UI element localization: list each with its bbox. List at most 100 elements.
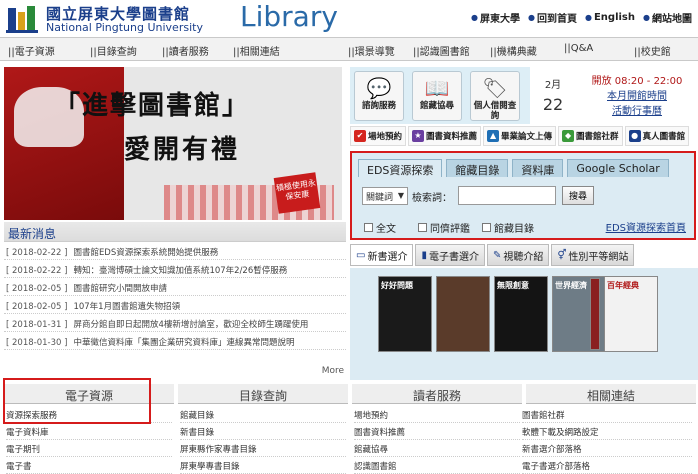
tab-catalog[interactable]: 館藏目錄 [446, 159, 509, 177]
consult-service-button[interactable]: 💬 諮詢服務 [354, 71, 404, 121]
book-title: 百年經典 [607, 281, 639, 290]
search-tabs: EDS資源探索 館藏目錄 資料庫 Google Scholar [358, 159, 669, 177]
service-label: 場地預約 [368, 132, 403, 142]
footer-head-related-links[interactable]: 相關連結 [526, 384, 696, 404]
footer-link[interactable]: 軟體下載及網路設定 [522, 423, 692, 440]
catalog-checkbox[interactable]: 館藏目錄 [482, 220, 534, 235]
nav-item-about-library[interactable]: ||認識圖書館 [413, 43, 470, 58]
human-library-link[interactable]: ● 真人圖書館 [624, 126, 690, 146]
footer-column: 圖書館社群 軟體下載及網路設定 新書選介部落格 電子書選介部落格 [522, 406, 692, 474]
top-link-label: 屏東大學 [480, 14, 520, 25]
footer-head-e-resources[interactable]: 電子資源 [4, 384, 174, 404]
holdings-search-button[interactable]: 📖 館藏協尋 [412, 71, 462, 121]
book-cover[interactable]: 百年經典 [604, 276, 658, 352]
tab-eds[interactable]: EDS資源探索 [358, 159, 443, 177]
book-cover[interactable] [436, 276, 490, 352]
footer-link[interactable]: 認識圖書館 [354, 457, 520, 474]
news-date: [ 2018-02-05 ] [6, 302, 68, 312]
news-date: [ 2018-02-22 ] [6, 248, 68, 258]
footer-link[interactable]: 電子書 [6, 457, 172, 474]
search-field-value: 關鍵詞 [366, 193, 394, 203]
personal-loans-button[interactable]: 🏷 個人借閱查詢 [470, 71, 520, 121]
news-link[interactable]: 屏商分館自即日起開放4樓新增討論室，歡迎全校師生踴躍使用 [73, 320, 308, 330]
book-recommend-link[interactable]: ★ 圖書資料推薦 [408, 126, 482, 146]
gender-icon: ⚥ [557, 249, 567, 261]
tab-database[interactable]: 資料庫 [512, 159, 564, 177]
news-panel: 最新消息 [ 2018-02-22 ] 圖書館EDS資源探索系統開始提供服務 [ … [4, 222, 346, 380]
news-link[interactable]: 圖書館EDS資源探索系統開始提供服務 [73, 248, 218, 258]
footer-link[interactable]: 場地預約 [354, 406, 520, 423]
footer-column: 館藏目錄 新書目錄 屏東縣作家專書目錄 屏東學專書目錄 [180, 406, 346, 474]
checkbox-box [418, 223, 427, 232]
news-item[interactable]: [ 2018-02-05 ] 圖書館研究小間開放申請 [4, 278, 346, 296]
news-more-link[interactable]: More [322, 366, 344, 376]
tab-label: 電子書選介 [428, 251, 479, 263]
promo-banner[interactable]: 「進擊圖書館」 愛開有禮 積極使用永保安康 1 2 3 4 [4, 67, 342, 220]
footer-head-reader-services[interactable]: 讀者服務 [352, 384, 522, 404]
footer-head-catalog[interactable]: 目錄查詢 [178, 384, 348, 404]
news-item[interactable]: [ 2018-02-22 ] 轉知：臺灣博碩士論文知識加值系統107年2/26暫停… [4, 260, 346, 278]
bullet-icon: ● [528, 13, 535, 22]
fulltext-checkbox[interactable]: 全文 [364, 220, 396, 235]
venue-booking-link[interactable]: ✔ 場地預約 [350, 126, 407, 146]
footer-link[interactable]: 電子期刊 [6, 440, 172, 457]
news-link[interactable]: 中華徵信資料庫「集團企業研究資料庫」連線異常問題說明 [73, 338, 294, 348]
search-button[interactable]: 搜尋 [562, 186, 594, 205]
news-link[interactable]: 圖書館研究小間開放申請 [73, 284, 167, 294]
footer-link[interactable]: 電子資料庫 [6, 423, 172, 440]
footer-link[interactable]: 新書選介部落格 [522, 440, 692, 457]
search-input[interactable] [458, 186, 556, 205]
nav-item-faq[interactable]: ||Q&A [564, 43, 593, 54]
search-field-select[interactable]: 關鍵詞 ▼ [362, 187, 408, 205]
news-item[interactable]: [ 2018-01-30 ] 中華徵信資料庫「集團企業研究資料庫」連線異常問題說明 [4, 332, 346, 350]
tab-gender-equality[interactable]: ⚥ 性別平等網站 [551, 244, 635, 266]
tab-google-scholar[interactable]: Google Scholar [567, 159, 669, 177]
news-item[interactable]: [ 2018-02-22 ] 圖書館EDS資源探索系統開始提供服務 [4, 242, 346, 260]
nav-item-catalog[interactable]: ||目錄查詢 [90, 43, 137, 58]
footer-link[interactable]: 館藏目錄 [180, 406, 346, 423]
nav-item-repository[interactable]: ||機構典藏 [490, 43, 537, 58]
top-link-home[interactable]: ● 回到首頁 [528, 10, 577, 25]
news-item[interactable]: [ 2018-02-05 ] 107年1月圖書館遺失物招領 [4, 296, 346, 314]
bullet-icon: ● [584, 13, 592, 22]
banner-title-line2: 愛開有禮 [124, 135, 241, 165]
nav-item-reader-services[interactable]: ||讀者服務 [162, 43, 209, 58]
quick-button-label: 諮詢服務 [361, 101, 396, 111]
footer-link[interactable]: 圖書館社群 [522, 406, 692, 423]
book-cover[interactable]: 好好問題 [378, 276, 432, 352]
top-link-sitemap[interactable]: ● 網站地圖 [643, 10, 692, 25]
nav-item-virtual-tour[interactable]: ||環景導覽 [348, 43, 395, 58]
nav-item-e-resources[interactable]: ||電子資源 [8, 43, 55, 58]
tab-av[interactable]: ✎ 視聽介紹 [486, 244, 550, 266]
book-cover[interactable] [590, 278, 600, 350]
news-link[interactable]: 107年1月圖書館遺失物招領 [73, 302, 180, 312]
ebook-icon: ▮ [421, 249, 427, 261]
footer-link[interactable]: 圖書資料推薦 [354, 423, 520, 440]
peer-review-checkbox[interactable]: 同儕評鑑 [418, 220, 470, 235]
nav-item-related-links[interactable]: ||相關連結 [233, 43, 280, 58]
footer-link[interactable]: 電子書選介部落格 [522, 457, 692, 474]
tab-ebooks[interactable]: ▮ 電子書選介 [415, 244, 485, 266]
news-link[interactable]: 轉知：臺灣博碩士論文知識加值系統107年2/26暫停服務 [73, 266, 287, 276]
library-logo-icon[interactable] [6, 4, 40, 34]
tag-icon: 🏷 [482, 76, 508, 100]
book-cover[interactable]: 無限創意 [494, 276, 548, 352]
top-link-english[interactable]: ● English [585, 10, 635, 25]
footer-link[interactable]: 館藏協尋 [354, 440, 520, 457]
top-link-university[interactable]: ● 屏東大學 [471, 10, 520, 25]
book-icon: ▭ [356, 249, 366, 261]
tab-new-books[interactable]: ▭ 新書選介 [350, 244, 414, 266]
event-calendar-link[interactable]: 活動行事曆 [578, 102, 696, 117]
library-community-link[interactable]: ◆ 圖書館社群 [558, 126, 623, 146]
footer-link[interactable]: 屏東學專書目錄 [180, 457, 346, 474]
footer-link[interactable]: 屏東縣作家專書目錄 [180, 440, 346, 457]
eds-home-link[interactable]: EDS資源探索首頁 [606, 219, 686, 234]
nav-item-history-museum[interactable]: ||校史館 [634, 43, 671, 58]
footer-link[interactable]: 資源探索服務 [6, 406, 172, 423]
person-icon: ● [628, 130, 641, 142]
checkbox-label: 館藏目錄 [494, 224, 534, 235]
monthly-hours-link[interactable]: 本月開館時間 [578, 87, 696, 102]
footer-link[interactable]: 新書目錄 [180, 423, 346, 440]
news-item[interactable]: [ 2018-01-31 ] 屏商分館自即日起開放4樓新增討論室，歡迎全校師生踴躍… [4, 314, 346, 332]
thesis-upload-link[interactable]: ▲ 畢業論文上傳 [483, 126, 557, 146]
